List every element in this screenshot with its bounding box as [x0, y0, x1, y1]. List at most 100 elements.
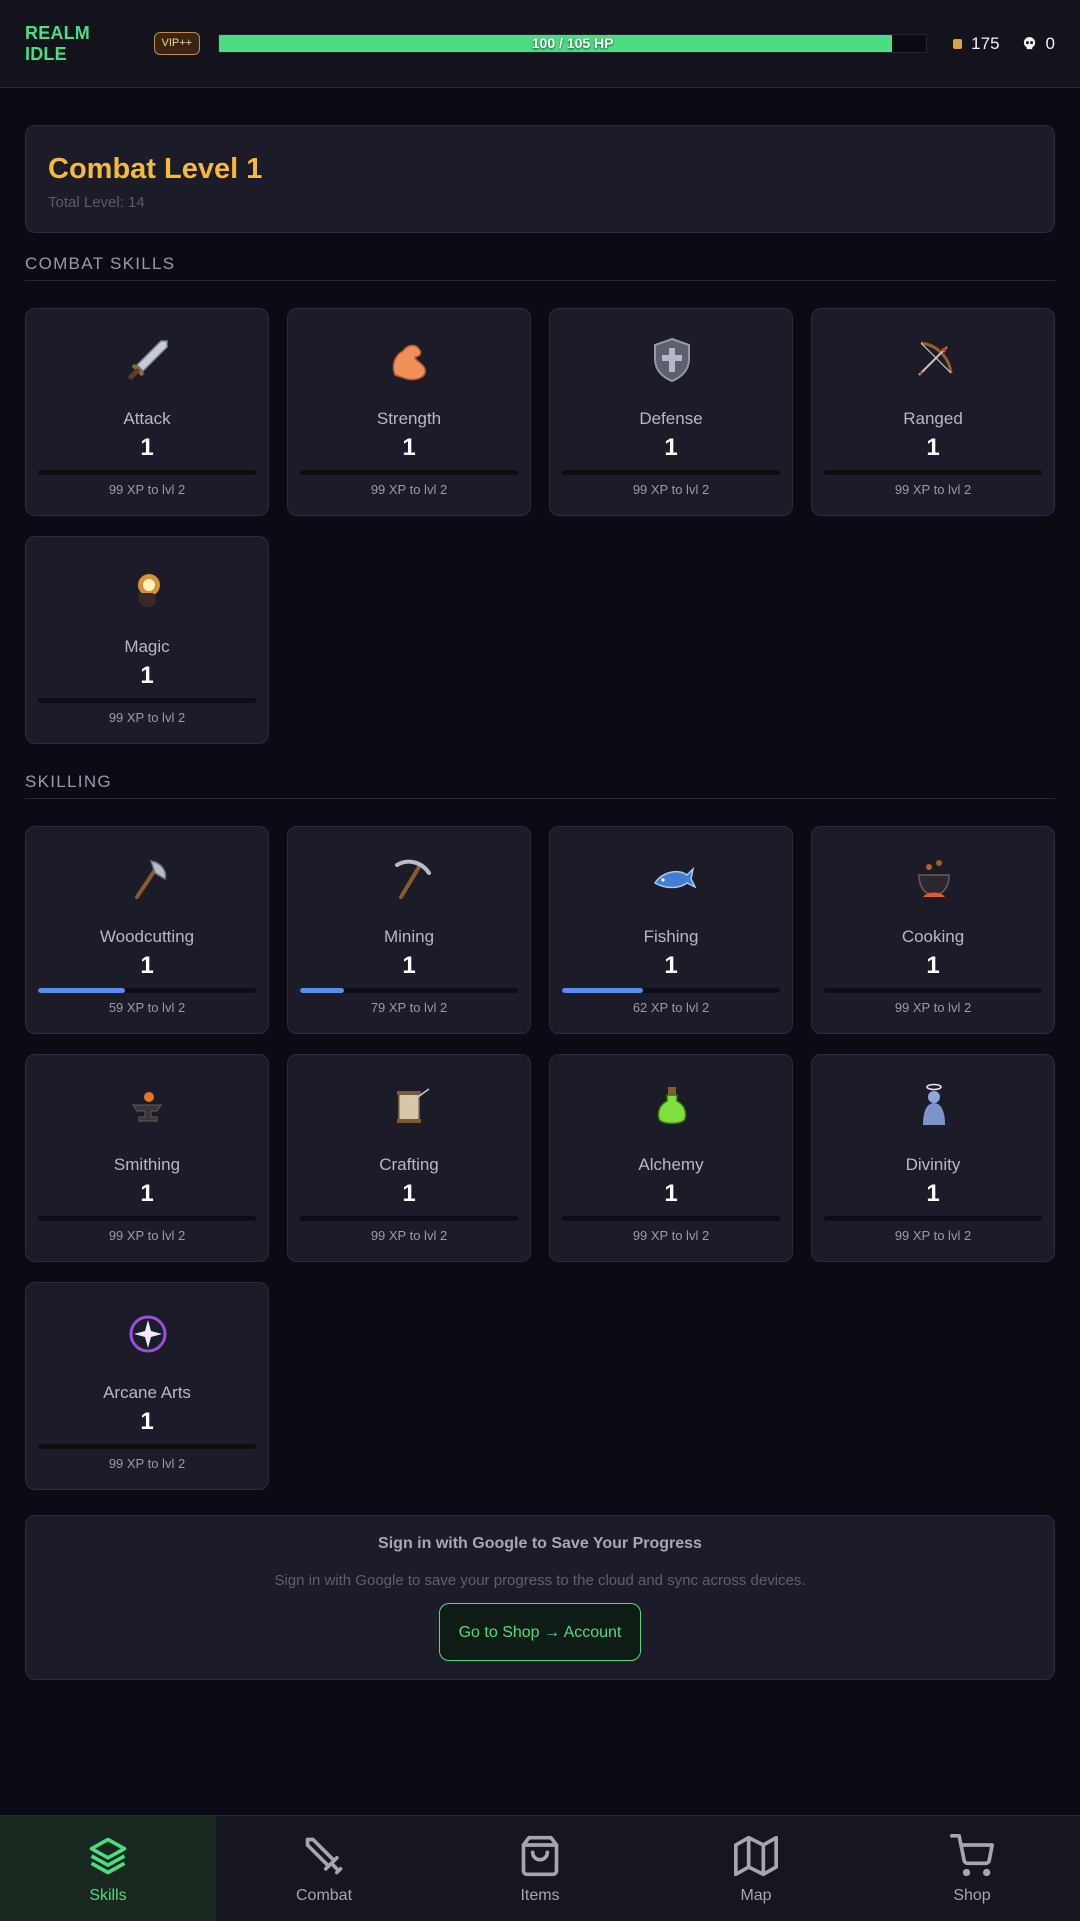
xp-to-next-level: 99 XP to lvl 2	[632, 1228, 710, 1243]
xp-progress-bar	[38, 1444, 256, 1449]
xp-to-next-level: 79 XP to lvl 2	[370, 1000, 448, 1015]
skill-name: Mining	[383, 927, 435, 946]
skill-tile-ranged[interactable]: Ranged 1 99 XP to lvl 2	[811, 308, 1055, 516]
xp-progress-fill	[300, 988, 344, 993]
skill-tile-woodcutting[interactable]: Woodcutting 1 59 XP to lvl 2	[25, 826, 269, 1034]
hp-text: 100 / 105 HP	[531, 35, 614, 51]
magic-hand-icon	[138, 574, 160, 608]
xp-progress-bar	[300, 988, 518, 993]
skill-name: Alchemy	[638, 1155, 704, 1174]
skill-level: 1	[402, 434, 416, 461]
total-level: Total Level: 14	[48, 194, 145, 211]
skill-tile-mining[interactable]: Mining 1 79 XP to lvl 2	[287, 826, 531, 1034]
xp-progress-fill	[38, 988, 126, 993]
skill-tile-defense[interactable]: Defense 1 99 XP to lvl 2	[549, 308, 793, 516]
skill-level: 1	[140, 1408, 154, 1435]
nav-shop[interactable]: Shop	[864, 1816, 1080, 1921]
xp-progress-bar	[824, 988, 1042, 993]
skill-name: Strength	[376, 409, 442, 428]
xp-to-next-level: 99 XP to lvl 2	[370, 482, 448, 497]
skill-name: Defense	[639, 409, 703, 428]
skill-tile-divinity[interactable]: Divinity 1 99 XP to lvl 2	[811, 1054, 1055, 1262]
skill-tile-cooking[interactable]: Cooking 1 99 XP to lvl 2	[811, 826, 1055, 1034]
sword-icon	[128, 340, 168, 380]
skill-tile-magic[interactable]: Magic 1 99 XP to lvl 2	[25, 536, 269, 744]
xp-to-next-level: 99 XP to lvl 2	[370, 1228, 448, 1243]
currency-display: 175 0	[953, 34, 1055, 54]
xp-progress-bar	[300, 470, 518, 475]
skill-level: 1	[664, 952, 678, 979]
xp-progress-bar	[824, 1216, 1042, 1221]
bow-icon	[918, 341, 953, 376]
thread-spool-icon	[397, 1088, 430, 1123]
sword-icon	[305, 1837, 343, 1875]
axe-icon	[135, 860, 167, 899]
xp-progress-bar	[824, 470, 1042, 475]
skill-level: 1	[140, 662, 154, 689]
skill-tile-arcane-arts[interactable]: Arcane Arts 1 99 XP to lvl 2	[25, 1282, 269, 1490]
signin-card: Sign in with Google to Save Your Progres…	[25, 1515, 1055, 1680]
skill-name: Attack	[123, 409, 171, 428]
skill-name: Magic	[124, 637, 170, 656]
xp-to-next-level: 99 XP to lvl 2	[894, 1000, 972, 1015]
potion-icon	[657, 1087, 687, 1125]
nav-combat[interactable]: Combat	[216, 1816, 432, 1921]
xp-progress-bar	[300, 1216, 518, 1221]
skill-tile-alchemy[interactable]: Alchemy 1 99 XP to lvl 2	[549, 1054, 793, 1262]
hp-bar: 100 / 105 HP	[218, 34, 928, 53]
skill-level: 1	[664, 1180, 678, 1207]
nav-label: Shop	[953, 1887, 991, 1904]
skill-level: 1	[140, 434, 154, 461]
skill-tile-attack[interactable]: Attack 1 99 XP to lvl 2	[25, 308, 269, 516]
vip-badge[interactable]: VIP++	[153, 32, 201, 55]
skill-level: 1	[140, 952, 154, 979]
skilling-header: SKILLING	[25, 772, 1055, 799]
xp-to-next-level: 99 XP to lvl 2	[894, 1228, 972, 1243]
map-icon	[734, 1835, 778, 1877]
nav-label: Map	[740, 1887, 772, 1904]
xp-to-next-level: 62 XP to lvl 2	[632, 1000, 710, 1015]
skill-name: Woodcutting	[99, 927, 195, 946]
combat-skills-header: COMBAT SKILLS	[25, 254, 1055, 281]
combat-level: Combat Level 1	[48, 153, 263, 185]
xp-progress-bar	[562, 1216, 780, 1221]
xp-progress-fill	[562, 988, 643, 993]
skill-name: Arcane Arts	[103, 1383, 191, 1402]
signin-title: Sign in with Google to Save Your Progres…	[378, 1535, 702, 1552]
nav-label: Combat	[295, 1887, 353, 1904]
xp-to-next-level: 99 XP to lvl 2	[894, 482, 972, 497]
skill-name: Crafting	[379, 1155, 439, 1174]
skill-level: 1	[402, 1180, 416, 1207]
skill-tile-crafting[interactable]: Crafting 1 99 XP to lvl 2	[287, 1054, 531, 1262]
xp-to-next-level: 99 XP to lvl 2	[108, 710, 186, 725]
nav-map[interactable]: Map	[648, 1816, 864, 1921]
skill-tile-strength[interactable]: Strength 1 99 XP to lvl 2	[287, 308, 531, 516]
arcane-star-icon	[129, 1315, 167, 1353]
xp-progress-bar	[38, 988, 256, 993]
nav-label: Items	[520, 1887, 560, 1904]
bottom-nav: Skills Combat Items Map Shop	[0, 1815, 1080, 1921]
bag-icon	[521, 1835, 559, 1877]
flexed-arm-icon	[392, 344, 426, 381]
xp-progress-bar	[38, 1216, 256, 1221]
combat-level-card: Combat Level 1 Total Level: 14	[25, 125, 1055, 233]
xp-progress-bar	[38, 698, 256, 703]
skull-icon	[1023, 36, 1035, 50]
skill-level: 1	[140, 1180, 154, 1207]
skill-tile-smithing[interactable]: Smithing 1 99 XP to lvl 2	[25, 1054, 269, 1262]
fish-icon	[653, 866, 697, 889]
layers-icon	[89, 1837, 127, 1875]
go-to-shop-account-button[interactable]: Go to Shop → Account	[439, 1603, 641, 1661]
skill-tile-fishing[interactable]: Fishing 1 62 XP to lvl 2	[549, 826, 793, 1034]
skill-level: 1	[926, 952, 940, 979]
skill-name: Cooking	[901, 927, 965, 946]
signin-description: Sign in with Google to save your progres…	[274, 1572, 806, 1589]
top-bar: REALM IDLE VIP++ 100 / 105 HP 175 0	[0, 0, 1080, 88]
nav-items[interactable]: Items	[432, 1816, 648, 1921]
kill-count: 0	[1045, 33, 1055, 53]
cauldron-icon	[918, 860, 950, 897]
skill-level: 1	[926, 434, 940, 461]
skill-name: Smithing	[113, 1155, 181, 1174]
nav-skills[interactable]: Skills	[0, 1816, 216, 1921]
pickaxe-icon	[395, 859, 431, 899]
